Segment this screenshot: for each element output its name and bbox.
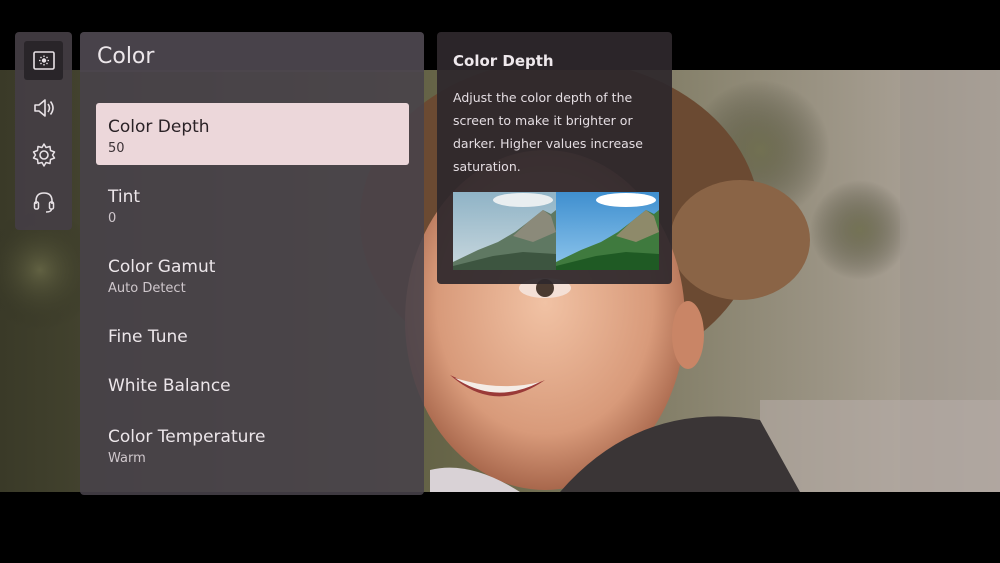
description-title: Color Depth	[453, 52, 554, 70]
color-settings-panel: Color Color Depth 50 Tint 0 Color Gamut …	[80, 32, 424, 495]
description-text: Adjust the color depth of the screen to …	[453, 90, 644, 174]
menu-item-value: Warm	[108, 451, 146, 466]
sound-category-button[interactable]	[24, 88, 63, 127]
menu-item-color-temperature[interactable]: Color Temperature Warm	[96, 413, 409, 475]
menu-item-color-depth[interactable]: Color Depth 50	[96, 103, 409, 165]
menu-item-label: Fine Tune	[108, 327, 188, 347]
menu-item-label: Color Depth	[108, 117, 210, 137]
settings-category-rail	[15, 32, 72, 230]
menu-item-label: Color Gamut	[108, 257, 216, 277]
menu-item-color-gamut[interactable]: Color Gamut Auto Detect	[96, 243, 409, 305]
menu-item-value: Auto Detect	[108, 281, 186, 296]
support-category-button[interactable]	[24, 182, 63, 221]
general-settings-category-button[interactable]	[24, 135, 63, 174]
menu-item-label: White Balance	[108, 376, 231, 396]
preview-image-low	[453, 192, 556, 270]
menu-item-value: 0	[108, 211, 117, 226]
settings-gear-icon	[32, 142, 55, 167]
menu-item-value: 50	[108, 141, 125, 156]
tv-screen: Color Color Depth 50 Tint 0 Color Gamut …	[0, 0, 1000, 563]
menu-item-label: Color Temperature	[108, 427, 266, 447]
menu-item-tint[interactable]: Tint 0	[96, 173, 409, 235]
panel-title: Color	[97, 44, 155, 69]
setting-description-panel: Color Depth Adjust the color depth of th…	[437, 32, 672, 284]
menu-item-label: Tint	[108, 187, 141, 207]
picture-icon	[32, 50, 55, 70]
menu-item-white-balance[interactable]: White Balance	[96, 356, 409, 418]
picture-category-button[interactable]	[24, 41, 63, 80]
support-headset-icon	[33, 191, 54, 213]
color-depth-preview	[453, 192, 659, 270]
preview-image-high	[556, 192, 659, 270]
sound-icon	[33, 98, 54, 117]
